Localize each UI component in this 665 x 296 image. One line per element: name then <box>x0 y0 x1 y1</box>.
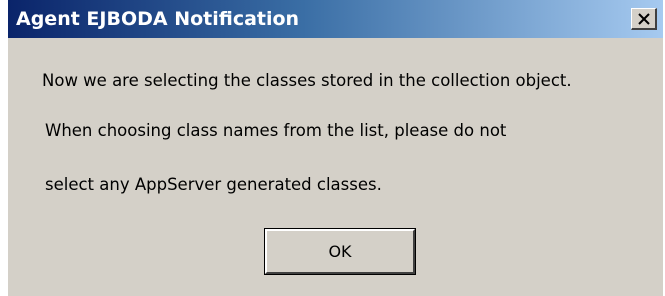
close-button[interactable] <box>631 8 657 30</box>
notification-dialog: Agent EJBODA Notification Now we are sel… <box>8 0 663 296</box>
window-title: Agent EJBODA Notification <box>16 8 300 30</box>
title-bar[interactable]: Agent EJBODA Notification <box>8 0 663 38</box>
message-line-1: Now we are selecting the classes stored … <box>42 71 572 90</box>
message-line-2: When choosing class names from the list,… <box>45 121 507 140</box>
close-icon <box>638 13 650 25</box>
ok-button[interactable]: OK <box>264 228 416 275</box>
message-line-3: select any AppServer generated classes. <box>45 175 382 194</box>
